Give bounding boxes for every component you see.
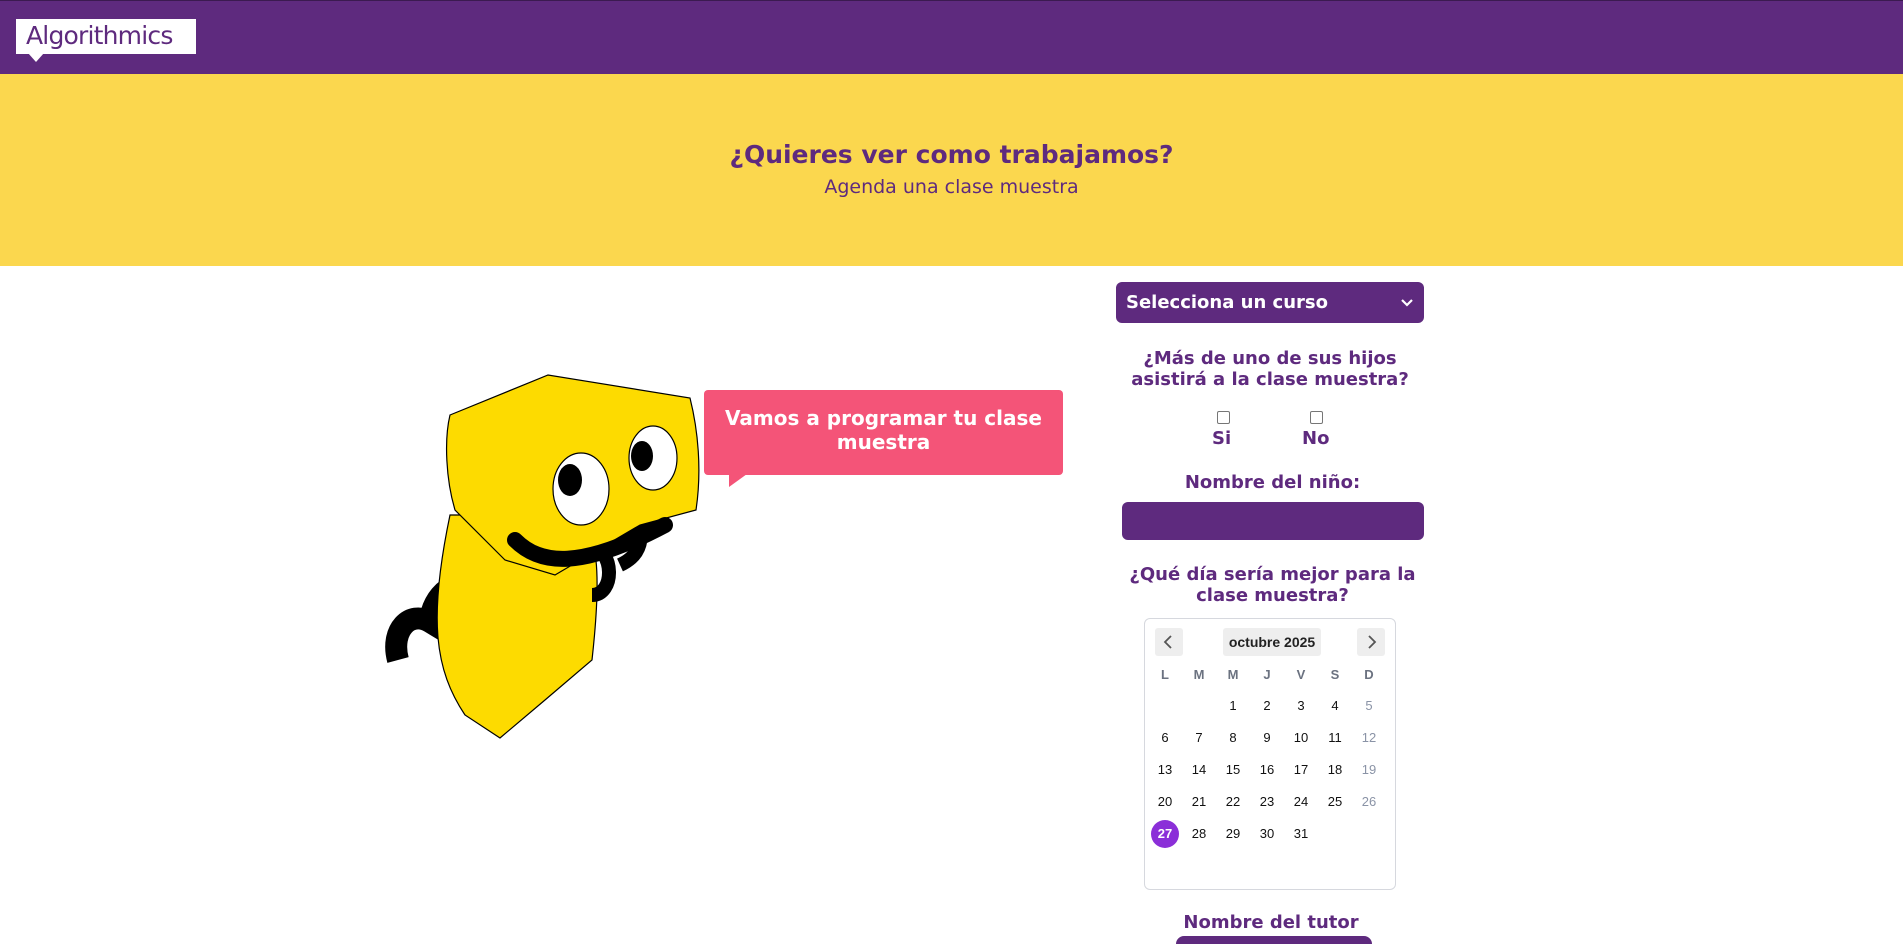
calendar-day[interactable]: 14 [1185, 756, 1213, 784]
speech-bubble-text: Vamos a programar tu clase muestra [725, 406, 1042, 454]
tutor-name-label: Nombre del tutor [1183, 912, 1359, 933]
calendar-day[interactable]: 22 [1219, 788, 1247, 816]
month-label[interactable]: octubre 2025 [1223, 628, 1321, 656]
calendar-day[interactable]: 19 [1355, 756, 1383, 784]
chevron-down-icon [1400, 282, 1414, 338]
hero-subtitle: Agenda una clase muestra [824, 176, 1079, 198]
hero-title: ¿Quieres ver como trabajamos? [729, 140, 1174, 169]
algorithmics-logo[interactable]: Algorithmics [16, 19, 196, 62]
day-question: ¿Qué día sería mejor para la clase muest… [1129, 564, 1416, 606]
calendar-day[interactable]: 30 [1253, 820, 1281, 848]
calendar-day[interactable]: 10 [1287, 724, 1315, 752]
weekday-header: J [1263, 667, 1271, 682]
logo-text: Algorithmics [26, 21, 173, 50]
weekday-header: S [1330, 667, 1340, 682]
next-month-button[interactable] [1357, 628, 1385, 656]
speech-bubble-tail [729, 474, 747, 487]
course-select-value: Selecciona un curso [1126, 292, 1328, 313]
calendar-day[interactable]: 26 [1355, 788, 1383, 816]
calendar-day[interactable]: 18 [1321, 756, 1349, 784]
chevron-right-icon [1368, 635, 1377, 649]
weekday-header: V [1296, 667, 1306, 682]
calendar-day[interactable]: 3 [1287, 692, 1315, 720]
no-checkbox-label[interactable]: No [1302, 428, 1329, 449]
child-name-label: Nombre del niño: [1184, 472, 1361, 493]
calendar-day[interactable]: 25 [1321, 788, 1349, 816]
calendar-day[interactable]: 16 [1253, 756, 1281, 784]
calendar-day[interactable]: 8 [1219, 724, 1247, 752]
calendar-day[interactable]: 6 [1151, 724, 1179, 752]
date-picker-calendar: octubre 2025 L M M J V S D 1 2 3 4 5 6 7 8 9 10 11 12 13 14 1… [1144, 618, 1396, 890]
calendar-day[interactable]: 13 [1151, 756, 1179, 784]
tutor-name-input[interactable] [1176, 936, 1372, 944]
course-select[interactable]: Selecciona un curso [1116, 282, 1424, 323]
calendar-day[interactable]: 21 [1185, 788, 1213, 816]
calendar-day[interactable]: 5 [1355, 692, 1383, 720]
calendar-day[interactable]: 15 [1219, 756, 1247, 784]
calendar-day[interactable]: 7 [1185, 724, 1213, 752]
yes-checkbox[interactable] [1217, 411, 1230, 424]
calendar-day[interactable]: 31 [1287, 820, 1315, 848]
child-name-input[interactable] [1122, 502, 1424, 540]
calendar-day[interactable]: 28 [1185, 820, 1213, 848]
calendar-day[interactable]: 11 [1321, 724, 1349, 752]
calendar-day[interactable]: 12 [1355, 724, 1383, 752]
weekday-header: L [1161, 667, 1169, 682]
logo-speech-tail [28, 53, 44, 62]
top-navbar: Algorithmics [0, 0, 1903, 74]
chevron-left-icon [1163, 635, 1172, 649]
calendar-day[interactable]: 1 [1219, 692, 1247, 720]
calendar-day[interactable]: 17 [1287, 756, 1315, 784]
calendar-day[interactable]: 29 [1219, 820, 1247, 848]
speech-bubble: Vamos a programar tu clase muestra [704, 390, 1063, 487]
calendar-day[interactable]: 2 [1253, 692, 1281, 720]
calendar-day[interactable]: 4 [1321, 692, 1349, 720]
yes-checkbox-label[interactable]: Si [1212, 428, 1231, 449]
weekday-header: M [1193, 667, 1205, 682]
no-checkbox[interactable] [1310, 411, 1323, 424]
previous-month-button[interactable] [1155, 628, 1183, 656]
siblings-question: ¿Más de uno de sus hijos asistirá a la c… [1131, 348, 1409, 390]
calendar-day[interactable]: 9 [1253, 724, 1281, 752]
weekday-header: M [1227, 667, 1239, 682]
calendar-day[interactable]: 20 [1151, 788, 1179, 816]
calendar-day[interactable]: 27 [1151, 820, 1179, 848]
calendar-day[interactable]: 23 [1253, 788, 1281, 816]
weekday-header: D [1364, 667, 1374, 682]
hero-banner: ¿Quieres ver como trabajamos? Agenda una… [0, 74, 1903, 266]
calendar-day[interactable]: 24 [1287, 788, 1315, 816]
